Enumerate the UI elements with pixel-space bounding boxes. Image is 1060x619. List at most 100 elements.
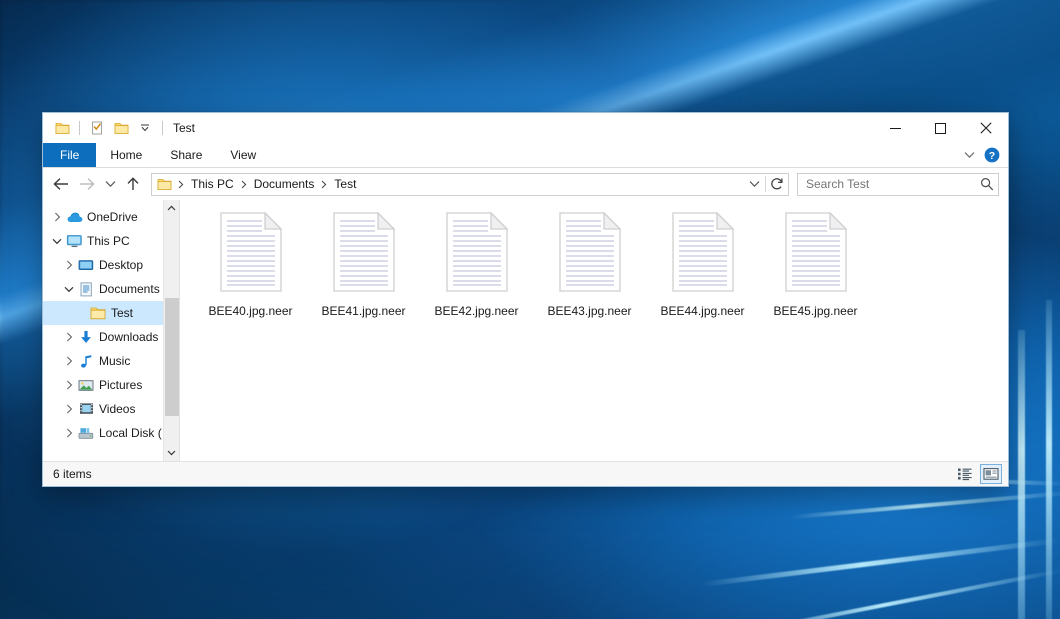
videos-icon — [77, 402, 95, 416]
pictures-icon — [77, 379, 95, 392]
search-icon[interactable] — [980, 177, 994, 191]
file-list-view[interactable]: BEE40.jpg.neer BEE41.jpg.neer — [180, 200, 1008, 461]
scroll-down-arrow-icon[interactable] — [164, 445, 180, 461]
chevron-right-icon[interactable] — [61, 332, 77, 342]
search-box[interactable] — [797, 173, 999, 196]
scrollbar-track[interactable] — [164, 216, 180, 445]
sidebar-item-pictures[interactable]: Pictures — [43, 373, 179, 397]
breadcrumb-item-documents[interactable]: Documents — [251, 177, 318, 191]
chevron-right-icon[interactable] — [61, 356, 77, 366]
unknown-file-icon — [220, 212, 282, 297]
breadcrumb-separator-1[interactable] — [237, 180, 251, 189]
close-button[interactable] — [963, 113, 1008, 143]
sidebar-item-label: Pictures — [99, 378, 142, 392]
customize-qat-dropdown[interactable] — [134, 117, 156, 139]
up-button[interactable] — [121, 172, 145, 196]
scrollbar-thumb[interactable] — [165, 298, 179, 416]
breadcrumb-separator-0[interactable] — [174, 180, 188, 189]
navigation-pane[interactable]: OneDrive This PC — [43, 200, 180, 461]
chevron-right-icon[interactable] — [49, 212, 65, 222]
cloud-icon — [65, 211, 83, 224]
large-icons-view-button[interactable] — [980, 464, 1002, 484]
title-bar[interactable]: Test — [43, 113, 1008, 143]
sidebar-item-label: Test — [111, 306, 133, 320]
desktop[interactable]: Test File Home Share View — [0, 0, 1060, 619]
unknown-file-icon — [559, 212, 621, 297]
sidebar-item-label: Documents — [99, 282, 160, 296]
sidebar-item-desktop[interactable]: Desktop — [43, 253, 179, 277]
window-body: OneDrive This PC — [43, 200, 1008, 461]
tab-share[interactable]: Share — [156, 143, 216, 167]
details-view-button[interactable] — [954, 464, 976, 484]
file-item[interactable]: BEE41.jpg.neer — [307, 206, 420, 330]
file-item[interactable]: BEE44.jpg.neer — [646, 206, 759, 330]
sidebar-item-this-pc[interactable]: This PC — [43, 229, 179, 253]
chevron-down-icon[interactable] — [61, 286, 77, 293]
tab-view[interactable]: View — [216, 143, 270, 167]
sidebar-item-documents[interactable]: Documents — [43, 277, 179, 301]
qat-separator-1 — [79, 121, 80, 135]
chevron-right-icon[interactable] — [61, 404, 77, 414]
desktop-icon — [77, 259, 95, 272]
unknown-file-icon — [333, 212, 395, 297]
chevron-right-icon[interactable] — [61, 428, 77, 438]
file-name-label: BEE42.jpg.neer — [434, 304, 518, 318]
item-count-label: 6 items — [53, 467, 92, 481]
chevron-right-icon[interactable] — [61, 260, 77, 270]
status-bar: 6 items — [43, 461, 1008, 486]
address-bar-tools — [743, 174, 788, 195]
tab-file[interactable]: File — [43, 143, 96, 167]
breadcrumb-item-test[interactable]: Test — [331, 177, 359, 191]
breadcrumb: This PC Documents Test — [152, 177, 359, 191]
refresh-icon[interactable] — [766, 174, 788, 195]
search-input[interactable] — [806, 177, 980, 191]
file-item[interactable]: BEE43.jpg.neer — [533, 206, 646, 330]
tab-home[interactable]: Home — [96, 143, 156, 167]
sidebar-item-label: OneDrive — [87, 210, 138, 224]
unknown-file-icon — [446, 212, 508, 297]
sidebar-item-label: This PC — [87, 234, 130, 248]
drive-icon — [77, 427, 95, 440]
folder-icon[interactable] — [51, 117, 73, 139]
recent-locations-chevron-down-icon[interactable] — [101, 172, 119, 196]
sidebar-item-videos[interactable]: Videos — [43, 397, 179, 421]
ribbon-tab-bar: File Home Share View ? — [43, 143, 1008, 168]
sidebar-item-local-disk-c[interactable]: Local Disk (C:) — [43, 421, 179, 445]
chevron-right-icon[interactable] — [61, 380, 77, 390]
scroll-up-arrow-icon[interactable] — [164, 200, 180, 216]
help-icon[interactable]: ? — [984, 147, 1000, 163]
maximize-button[interactable] — [918, 113, 963, 143]
sidebar-item-label: Downloads — [99, 330, 158, 344]
breadcrumb-separator-2[interactable] — [317, 180, 331, 189]
file-name-label: BEE45.jpg.neer — [773, 304, 857, 318]
file-name-label: BEE40.jpg.neer — [208, 304, 292, 318]
file-item[interactable]: BEE40.jpg.neer — [194, 206, 307, 330]
unknown-file-icon — [672, 212, 734, 297]
previous-locations-chevron-down-icon[interactable] — [743, 174, 765, 195]
sidebar-item-downloads[interactable]: Downloads — [43, 325, 179, 349]
sidebar-item-onedrive[interactable]: OneDrive — [43, 205, 179, 229]
minimize-button[interactable] — [873, 113, 918, 143]
monitor-icon — [65, 234, 83, 248]
chevron-down-icon[interactable] — [49, 238, 65, 245]
file-item[interactable]: BEE45.jpg.neer — [759, 206, 872, 330]
file-item[interactable]: BEE42.jpg.neer — [420, 206, 533, 330]
address-bar[interactable]: This PC Documents Test — [151, 173, 789, 196]
new-folder-icon[interactable] — [110, 117, 132, 139]
navigation-pane-scrollbar[interactable] — [163, 200, 179, 461]
sidebar-item-label: Music — [99, 354, 130, 368]
sidebar-item-test[interactable]: Test — [43, 301, 179, 325]
window-controls — [873, 113, 1008, 143]
forward-button[interactable] — [75, 172, 99, 196]
sidebar-item-label: Videos — [99, 402, 135, 416]
folder-icon — [89, 306, 107, 320]
file-explorer-window: Test File Home Share View — [42, 112, 1009, 487]
documents-icon — [77, 282, 95, 297]
breadcrumb-item-this-pc[interactable]: This PC — [188, 177, 237, 191]
view-mode-buttons — [954, 464, 1002, 484]
expand-ribbon-chevron-down-icon[interactable] — [960, 149, 979, 161]
sidebar-item-music[interactable]: Music — [43, 349, 179, 373]
sidebar-item-label: Desktop — [99, 258, 143, 272]
properties-icon[interactable] — [86, 117, 108, 139]
back-button[interactable] — [49, 172, 73, 196]
